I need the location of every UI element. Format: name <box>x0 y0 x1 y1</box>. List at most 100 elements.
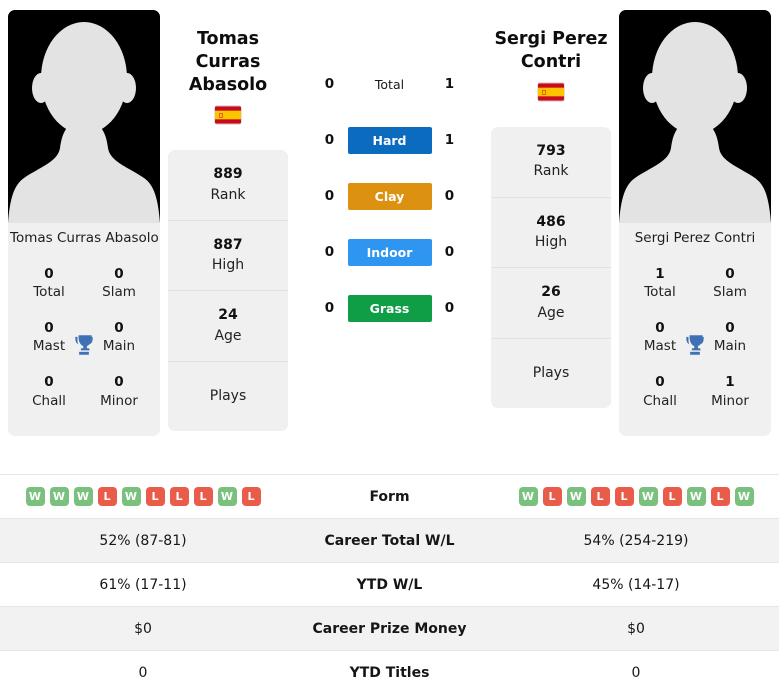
right-photo-caption: Sergi Perez Contri <box>634 230 756 246</box>
surface-badge-clay: Clay <box>347 182 432 210</box>
h2h-left-score: 0 <box>324 76 335 92</box>
stat-label: Rank <box>210 186 246 203</box>
table-row-career-total-wl: 52% (87-81) Career Total W/L 54% (254-21… <box>0 518 779 563</box>
left-player-photo-column: Tomas Curras Abasolo 0 Total 0 Slam 0 Ma… <box>0 0 168 436</box>
title-value: 0 <box>655 374 665 391</box>
title-cell-total: 1 Total <box>625 257 695 311</box>
surface-badge-hard: Hard <box>347 126 432 154</box>
left-photo-caption: Tomas Curras Abasolo <box>10 230 159 246</box>
stat-label: Plays <box>209 388 247 405</box>
title-cell-slam: 0 Slam <box>84 257 154 311</box>
form-badge-win: W <box>734 487 754 506</box>
right-value: 0 <box>493 650 779 694</box>
left-player-stat-card: 889 Rank 887 High 24 Age Plays <box>168 150 288 432</box>
row-label-career-total-wl: Career Total W/L <box>286 518 493 563</box>
left-value: $0 <box>0 606 286 651</box>
title-label: Chall <box>32 392 66 409</box>
title-value: 1 <box>655 265 665 282</box>
stat-value: 889 <box>213 166 243 183</box>
left-titles-grid: 0 Total 0 Slam 0 Mast 0 Main 0 Chall 0 M… <box>8 257 160 434</box>
title-label: Total <box>644 283 676 300</box>
right-value: $0 <box>493 606 779 651</box>
stat-row-rank: 889 Rank <box>168 150 288 221</box>
player-comparison-page: Tomas Curras Abasolo 0 Total 0 Slam 0 Ma… <box>0 0 779 699</box>
title-cell-minor: 0 Minor <box>84 365 154 419</box>
title-value: 0 <box>725 265 735 282</box>
form-badge-loss: L <box>169 487 189 506</box>
head-to-head-column: 0 Total 1 0 Hard 1 0 Clay 0 0 Indoor 0 0 <box>288 0 491 336</box>
h2h-left-score: 0 <box>324 244 335 260</box>
stat-label: Plays <box>532 364 570 381</box>
stat-value: 486 <box>536 213 566 230</box>
form-badge-loss: L <box>193 487 213 506</box>
h2h-left-score: 0 <box>324 300 335 316</box>
form-badge-loss: L <box>145 487 165 506</box>
right-value: 54% (254-219) <box>493 518 779 563</box>
form-badge-win: W <box>518 487 538 506</box>
stat-value: 26 <box>541 284 561 301</box>
stat-label: High <box>211 257 245 274</box>
stat-value: 887 <box>213 236 243 253</box>
surface-badge-indoor: Indoor <box>347 238 432 266</box>
h2h-right-score: 1 <box>444 76 455 92</box>
avatar-placeholder-icon <box>8 10 160 223</box>
right-player-name-line2: Contri <box>520 52 582 73</box>
h2h-row-grass: 0 Grass 0 <box>288 280 491 336</box>
h2h-row-total: 0 Total 1 <box>288 56 491 112</box>
right-value: 45% (14-17) <box>493 562 779 607</box>
row-label-ytd-wl: YTD W/L <box>286 562 493 607</box>
stat-row-age: 26 Age <box>491 268 611 339</box>
title-label: Total <box>33 283 65 300</box>
right-player-info-column: Sergi Perez Contri 793 Rank 486 High 26 … <box>491 0 611 409</box>
title-cell-total: 0 Total <box>14 257 84 311</box>
form-badge-win: W <box>686 487 706 506</box>
form-badge-win: W <box>217 487 237 506</box>
stat-row-rank: 793 Rank <box>491 127 611 198</box>
row-label-ytd-titles: YTD Titles <box>286 650 493 694</box>
trophy-icon <box>682 332 708 358</box>
title-cell-slam: 0 Slam <box>695 257 765 311</box>
comparison-table: WWWLWLLLWL Form WLWLLWLWLW 52% (87-81) C… <box>0 474 779 694</box>
right-titles-grid: 1 Total 0 Slam 0 Mast 0 Main 0 Chall 1 M… <box>619 257 771 434</box>
stat-row-high: 486 High <box>491 198 611 269</box>
title-value: 0 <box>114 374 124 391</box>
right-form-strip: WLWLLWLWLW <box>494 487 778 506</box>
row-label-career-prize-money: Career Prize Money <box>286 606 493 651</box>
h2h-label-total: Total <box>374 76 405 92</box>
right-player-name: Sergi Perez Contri <box>491 28 611 74</box>
title-label: Minor <box>100 392 138 409</box>
form-badge-loss: L <box>97 487 117 506</box>
h2h-right-score: 1 <box>444 132 455 148</box>
form-badge-win: W <box>25 487 45 506</box>
stat-label: Age <box>537 304 565 321</box>
form-badge-loss: L <box>662 487 682 506</box>
left-player-name-line1: Tomas Curras <box>195 29 261 73</box>
form-badge-win: W <box>638 487 658 506</box>
right-player-card: Sergi Perez Contri 1 Total 0 Slam 0 Mast <box>619 10 771 436</box>
title-cell-chall: 0 Chall <box>625 365 695 419</box>
title-label: Slam <box>713 283 747 300</box>
trophy-icon <box>71 332 97 358</box>
stat-value: 24 <box>218 307 238 324</box>
right-player-photo-column: Sergi Perez Contri 1 Total 0 Slam 0 Mast <box>611 0 779 436</box>
form-badge-win: W <box>49 487 69 506</box>
h2h-left-score: 0 <box>324 188 335 204</box>
right-form-cell: WLWLLWLWLW <box>493 474 779 519</box>
table-row-ytd-wl: 61% (17-11) YTD W/L 45% (14-17) <box>0 562 779 607</box>
form-badge-win: W <box>73 487 93 506</box>
top-comparison-area: Tomas Curras Abasolo 0 Total 0 Slam 0 Ma… <box>0 0 779 474</box>
title-value: 0 <box>114 265 124 282</box>
stat-row-high: 887 High <box>168 221 288 292</box>
table-row-ytd-titles: 0 YTD Titles 0 <box>0 650 779 694</box>
title-cell-minor: 1 Minor <box>695 365 765 419</box>
stat-row-plays: Plays <box>491 339 611 408</box>
left-player-name: Tomas Curras Abasolo <box>168 28 288 97</box>
form-badge-loss: L <box>614 487 634 506</box>
h2h-right-score: 0 <box>444 244 455 260</box>
stat-label: Age <box>214 327 242 344</box>
left-value: 61% (17-11) <box>0 562 286 607</box>
form-badge-loss: L <box>710 487 730 506</box>
form-badge-loss: L <box>590 487 610 506</box>
form-badge-win: W <box>566 487 586 506</box>
stat-label: Rank <box>533 163 569 180</box>
